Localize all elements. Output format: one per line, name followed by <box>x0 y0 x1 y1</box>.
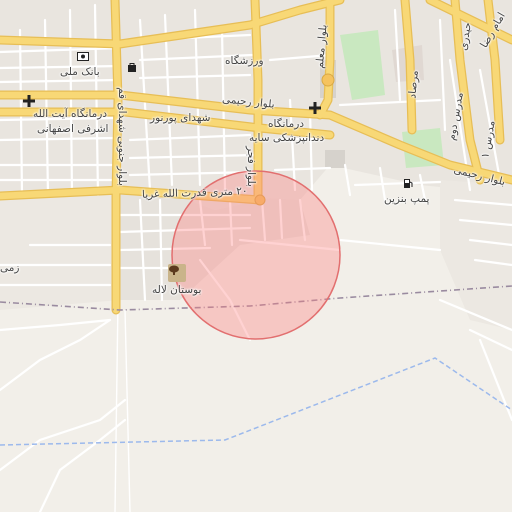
label-pournour: شهدای پورنور <box>150 112 211 124</box>
label-boostan: بوستان لاله <box>152 284 202 296</box>
label-mersad: مرصاد <box>406 69 421 100</box>
label-clinic-saye-2: دندانپزشکی سایه <box>249 132 325 144</box>
label-clinic-ayatollah: درمانگاه آیت الله <box>33 108 108 120</box>
label-sports: ورزشگاه <box>225 55 264 67</box>
label-fajr-blvd: بلوار فجر <box>244 146 257 187</box>
fuel-icon[interactable] <box>403 178 413 189</box>
hospital-icon[interactable] <box>309 102 321 114</box>
map-canvas[interactable]: بانک ملی ورزشگاه درمانگاه آیت الله اشرفی… <box>0 0 512 512</box>
label-zam: زمی <box>0 262 20 274</box>
shopping-icon[interactable] <box>127 62 137 73</box>
label-bank: بانک ملی <box>60 66 100 78</box>
label-clinic-ayatollah-2: اشرفی اصفهانی <box>37 123 109 135</box>
label-gas-station: پمپ بنزین <box>384 193 430 205</box>
label-clinic-saye: درمانگاه <box>268 118 304 130</box>
hospital-icon[interactable] <box>23 95 35 107</box>
bank-icon[interactable] <box>77 52 89 61</box>
park-icon[interactable] <box>168 264 186 282</box>
label-shohada-south: بلوار جنوبی شهدای قم <box>115 87 128 186</box>
